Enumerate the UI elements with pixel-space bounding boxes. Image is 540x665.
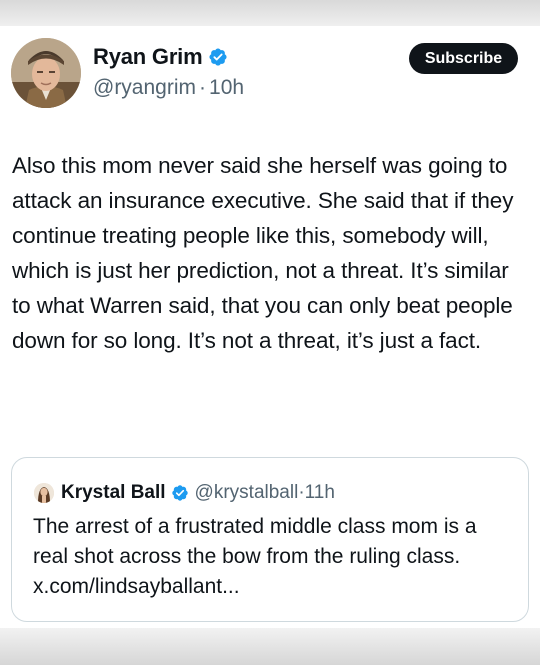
quoted-verified-badge-icon[interactable]: [171, 484, 189, 502]
post-card: Ryan Grim @ryangrim · 10h Subscribe Also…: [0, 26, 540, 628]
post-text: Also this mom never said she herself was…: [12, 153, 514, 353]
author-handle[interactable]: @ryangrim: [93, 76, 196, 100]
quoted-post-text: The arrest of a frustrated middle class …: [33, 515, 477, 598]
avatar-image: [11, 38, 81, 108]
author-name[interactable]: Ryan Grim: [93, 44, 203, 70]
quoted-handle-text: @krystalball: [194, 482, 299, 503]
bottom-screen-band: [0, 628, 540, 665]
quoted-avatar[interactable]: [34, 483, 54, 503]
top-screen-band: [0, 0, 540, 26]
separator-dot: ·: [199, 76, 207, 99]
avatar[interactable]: [11, 38, 81, 108]
handle-row: @ryangrim · 10h: [93, 76, 244, 100]
subscribe-button[interactable]: Subscribe: [409, 43, 518, 74]
verified-badge-icon[interactable]: [208, 47, 228, 67]
quoted-post-time: 11h: [304, 482, 335, 503]
quoted-avatar-image: [34, 483, 54, 503]
quoted-author-name[interactable]: Krystal Ball: [61, 482, 166, 504]
quoted-author-row: Krystal Ball @krystalball·11h: [34, 482, 335, 504]
author-row: Ryan Grim: [93, 44, 228, 70]
post-time[interactable]: 10h: [209, 76, 244, 100]
quoted-author-handle[interactable]: @krystalball·11h: [195, 482, 335, 504]
quoted-post-card[interactable]: Krystal Ball @krystalball·11h The arrest…: [11, 457, 529, 622]
